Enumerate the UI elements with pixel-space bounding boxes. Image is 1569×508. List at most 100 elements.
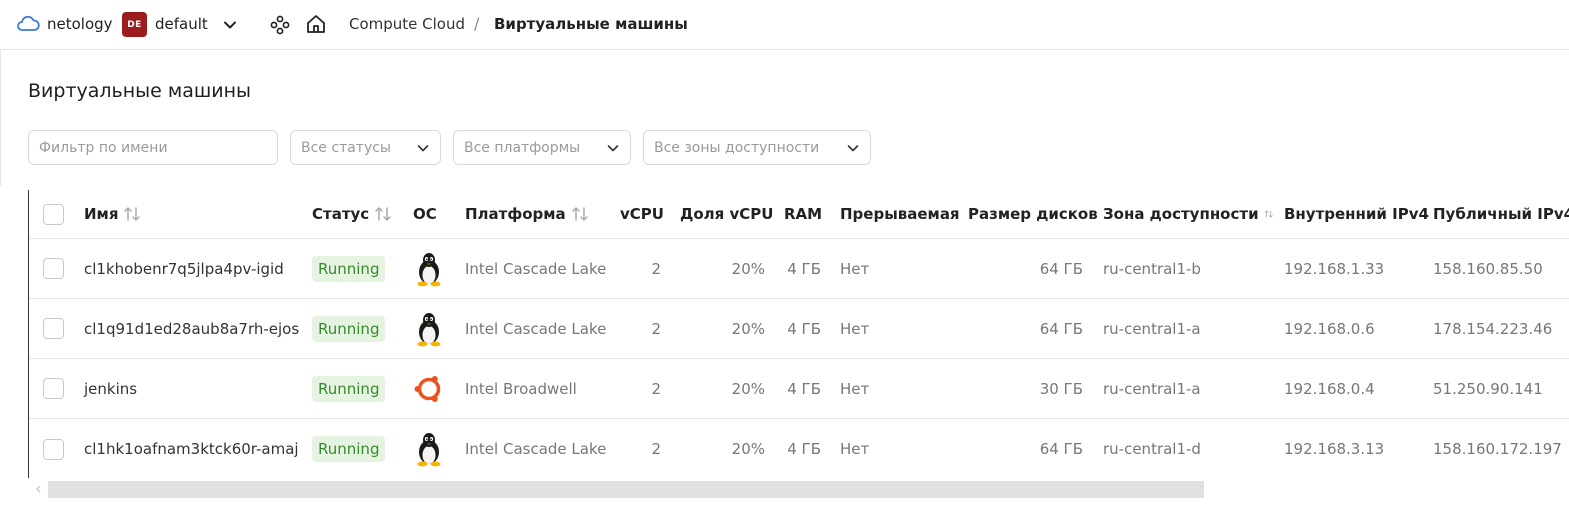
table-row[interactable]: jenkins Running Intel Broadwell 2 20% 4 … [29,359,1569,419]
vcpu: 2 [651,319,661,338]
chevron-down-icon [417,145,429,152]
status-badge: Running [312,436,386,462]
chevron-down-icon[interactable] [221,16,239,34]
horizontal-scrollbar-thumb[interactable] [48,481,1204,498]
platform: Intel Broadwell [465,379,577,398]
vm-table: Имя Статус ОС Платформа vCPU Доля vCPU R… [28,190,1569,478]
table-row[interactable]: cl1khobenr7q5jlpa4pv-igid Running Intel … [29,239,1569,299]
ram: 4 ГБ [787,259,821,278]
row-select-cell [43,359,65,418]
name-filter-input[interactable] [39,139,277,156]
ram: 4 ГБ [787,319,821,338]
platform-filter-value: Все платформы [464,139,581,156]
ip-public: 178.154.223.46 [1433,319,1553,338]
select-all-cell [43,190,65,238]
vm-name[interactable]: cl1khobenr7q5jlpa4pv-igid [84,239,304,298]
os-cell [413,359,453,418]
column-header-label: Имя [84,205,119,223]
zone-filter-select[interactable]: Все зоны доступности [643,130,871,165]
column-header-zone[interactable]: Зона доступности [1103,190,1273,238]
status-cell: Running [312,359,402,418]
column-header-ip-internal: Внутренний IPv4 [1284,205,1429,223]
ram: 4 ГБ [787,440,821,458]
sort-icon[interactable] [374,206,392,222]
breadcrumb-current: Виртуальные машины [494,15,688,33]
column-header-vcpu-share: Доля vCPU [680,205,774,223]
folder-badge[interactable]: DE [122,12,147,37]
breadcrumb-compute-cloud[interactable]: Compute Cloud [349,13,465,35]
vm-name[interactable]: jenkins [84,359,304,418]
vcpu: 2 [651,440,661,458]
table-header-row: Имя Статус ОС Платформа vCPU Доля vCPU R… [29,190,1569,239]
home-icon[interactable] [305,13,327,35]
linux-tux-icon [417,312,441,346]
vcpu-share: 20% [731,440,765,458]
zone: ru-central1-a [1103,319,1201,338]
name-filter[interactable] [28,130,278,165]
zone: ru-central1-b [1103,259,1201,278]
select-all-checkbox[interactable] [43,203,64,225]
status-badge: Running [312,315,386,342]
ip-public: 51.250.90.141 [1433,379,1543,398]
zone: ru-central1-d [1103,440,1201,458]
column-header-disk: Размер дисков [968,205,1098,223]
os-cell [413,419,453,478]
status-filter-value: Все статусы [301,139,391,156]
preemptible: Нет [840,440,870,458]
row-checkbox[interactable] [43,438,64,460]
platform: Intel Cascade Lake [465,319,607,338]
platform: Intel Cascade Lake [465,259,607,278]
column-header-ram: RAM [784,205,823,223]
vcpu-share: 20% [731,319,765,338]
os-cell [413,299,453,358]
cloud-icon[interactable] [16,14,40,34]
ubuntu-icon [414,374,443,403]
row-checkbox[interactable] [43,378,64,399]
org-name[interactable]: netology [47,13,113,35]
row-checkbox[interactable] [43,258,64,279]
vcpu-share: 20% [731,259,765,278]
column-header-ip-public: Публичный IPv4 [1433,205,1569,223]
column-header-name[interactable]: Имя [84,190,304,238]
row-checkbox[interactable] [43,318,64,339]
top-header: netology DE default Compute Cloud / Вирт… [0,0,1569,50]
status-cell: Running [312,419,402,478]
status-filter-select[interactable]: Все статусы [290,130,441,165]
vm-name[interactable]: cl1hk1oafnam3ktck60r-amaj [84,419,304,478]
column-header-platform[interactable]: Платформа [465,190,615,238]
ip-public: 158.160.172.197 [1433,440,1562,458]
chevron-down-icon [847,145,859,152]
column-header-preemptible: Прерываемая [840,205,960,223]
disk-size: 64 ГБ [1039,319,1083,338]
ip-internal: 192.168.0.4 [1284,379,1375,398]
preemptible: Нет [840,379,870,398]
preemptible: Нет [840,319,870,338]
scroll-left-arrow-icon[interactable] [33,482,43,496]
folder-name[interactable]: default [155,13,208,35]
breadcrumb-separator: / [474,14,480,33]
status-cell: Running [312,299,402,358]
ip-public: 158.160.85.50 [1433,259,1543,278]
services-icon[interactable] [269,14,291,36]
row-select-cell [43,419,65,478]
column-header-label: Статус [312,205,370,223]
table-row[interactable]: cl1q91d1ed28aub8a7rh-ejos Running Intel … [29,299,1569,359]
sort-icon[interactable] [571,206,589,222]
disk-size: 64 ГБ [1039,259,1083,278]
ip-internal: 192.168.3.13 [1284,440,1385,458]
column-header-label: Платформа [465,205,566,223]
sort-icon[interactable] [1264,206,1273,222]
linux-tux-icon [417,252,441,286]
status-cell: Running [312,239,402,298]
vcpu: 2 [651,259,661,278]
zone: ru-central1-a [1103,379,1201,398]
vm-name[interactable]: cl1q91d1ed28aub8a7rh-ejos [84,299,304,358]
column-header-status[interactable]: Статус [312,190,402,238]
column-header-vcpu: vCPU [620,205,664,223]
zone-filter-value: Все зоны доступности [654,139,820,156]
sort-icon[interactable] [123,206,141,222]
table-row[interactable]: cl1hk1oafnam3ktck60r-amaj Running Intel … [29,419,1569,478]
ip-internal: 192.168.0.6 [1284,319,1375,338]
platform-filter-select[interactable]: Все платформы [453,130,631,165]
ip-internal: 192.168.1.33 [1284,259,1385,278]
